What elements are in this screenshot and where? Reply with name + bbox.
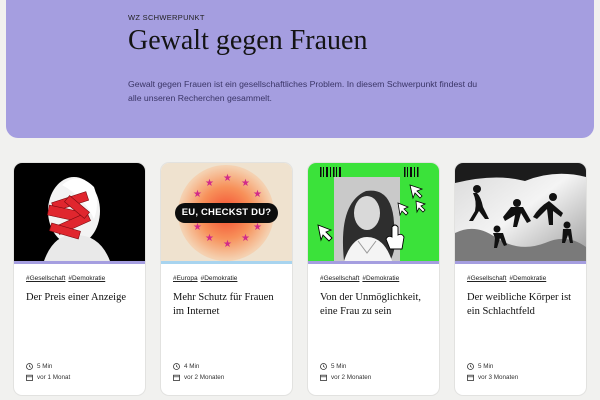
tag-link[interactable]: #Demokratie xyxy=(201,275,238,282)
svg-text:★: ★ xyxy=(223,239,232,250)
topic-hero: WZ SCHWERPUNKT Gewalt gegen Frauen Gewal… xyxy=(6,0,594,138)
card-accent-bar xyxy=(308,261,439,264)
duration-text: 5 Min xyxy=(478,363,494,370)
svg-text:★: ★ xyxy=(223,173,232,184)
card-duration: 5 Min xyxy=(320,363,346,370)
image-caption: EU, CHECKST DU? xyxy=(181,207,272,218)
clock-icon xyxy=(467,363,474,370)
card-date: vor 2 Monaten xyxy=(173,374,224,381)
card-title[interactable]: Der Preis einer Anzeige xyxy=(26,291,138,305)
svg-text:★: ★ xyxy=(253,189,262,200)
tag-link[interactable]: #Demokratie xyxy=(362,275,399,282)
svg-text:★: ★ xyxy=(193,189,202,200)
card-tags: #Gesellschaft #Demokratie xyxy=(320,275,402,282)
article-image[interactable]: ★ ★ ★ ★ ★ ★ ★ ★ ★ ★ ★ ★ EU, CHECKST DU? xyxy=(161,163,292,261)
calendar-icon xyxy=(26,374,33,381)
date-text: vor 2 Monaten xyxy=(331,374,372,381)
article-image[interactable] xyxy=(455,163,586,261)
card-duration: 4 Min xyxy=(173,363,199,370)
date-text: vor 3 Monaten xyxy=(478,374,519,381)
clock-icon xyxy=(173,363,180,370)
date-text: vor 2 Monaten xyxy=(184,374,225,381)
article-card[interactable]: #Gesellschaft #Demokratie Von der Unmögli… xyxy=(308,163,439,395)
card-accent-bar xyxy=(455,261,586,264)
tag-link[interactable]: #Gesellschaft xyxy=(26,275,65,282)
card-title[interactable]: Der weibliche Körper ist ein Schlachtfel… xyxy=(467,291,579,319)
clock-icon xyxy=(26,363,33,370)
card-tags: #Europa #Demokratie xyxy=(173,275,240,282)
date-text: vor 1 Monat xyxy=(37,374,71,381)
duration-text: 5 Min xyxy=(331,363,347,370)
article-card[interactable]: ★ ★ ★ ★ ★ ★ ★ ★ ★ ★ ★ ★ EU, CHECKST DU? … xyxy=(161,163,292,395)
page-title: Gewalt gegen Frauen xyxy=(128,25,368,56)
svg-text:★: ★ xyxy=(241,233,250,244)
article-card[interactable]: #Gesellschaft #Demokratie Der weibliche K… xyxy=(455,163,586,395)
svg-text:★: ★ xyxy=(253,222,262,233)
tag-link[interactable]: #Demokratie xyxy=(509,275,546,282)
tag-link[interactable]: #Gesellschaft xyxy=(320,275,359,282)
calendar-icon xyxy=(320,374,327,381)
card-tags: #Gesellschaft #Demokratie xyxy=(467,275,549,282)
svg-text:★: ★ xyxy=(205,178,214,189)
card-accent-bar xyxy=(161,261,292,264)
tag-link[interactable]: #Europa xyxy=(173,275,198,282)
tag-link[interactable]: #Gesellschaft xyxy=(467,275,506,282)
topic-description: Gewalt gegen Frauen ist ein gesellschaft… xyxy=(128,79,478,103)
card-title[interactable]: Von der Unmöglichkeit, eine Frau zu sein xyxy=(320,291,432,319)
svg-text:★: ★ xyxy=(193,222,202,233)
article-image[interactable] xyxy=(14,163,145,261)
svg-text:★: ★ xyxy=(205,233,214,244)
card-tags: #Gesellschaft #Demokratie xyxy=(26,275,108,282)
card-title[interactable]: Mehr Schutz für Frauen im Internet xyxy=(173,291,285,319)
card-duration: 5 Min xyxy=(467,363,493,370)
card-date: vor 1 Monat xyxy=(26,374,70,381)
card-date: vor 2 Monaten xyxy=(320,374,371,381)
card-accent-bar xyxy=(14,261,145,264)
clock-icon xyxy=(320,363,327,370)
duration-text: 5 Min xyxy=(37,363,53,370)
duration-text: 4 Min xyxy=(184,363,200,370)
topic-kicker: WZ SCHWERPUNKT xyxy=(128,13,205,22)
calendar-icon xyxy=(467,374,474,381)
article-card[interactable]: #Gesellschaft #Demokratie Der Preis einer… xyxy=(14,163,145,395)
card-date: vor 3 Monaten xyxy=(467,374,518,381)
article-image[interactable] xyxy=(308,163,439,261)
svg-text:★: ★ xyxy=(241,178,250,189)
card-duration: 5 Min xyxy=(26,363,52,370)
calendar-icon xyxy=(173,374,180,381)
tag-link[interactable]: #Demokratie xyxy=(68,275,105,282)
